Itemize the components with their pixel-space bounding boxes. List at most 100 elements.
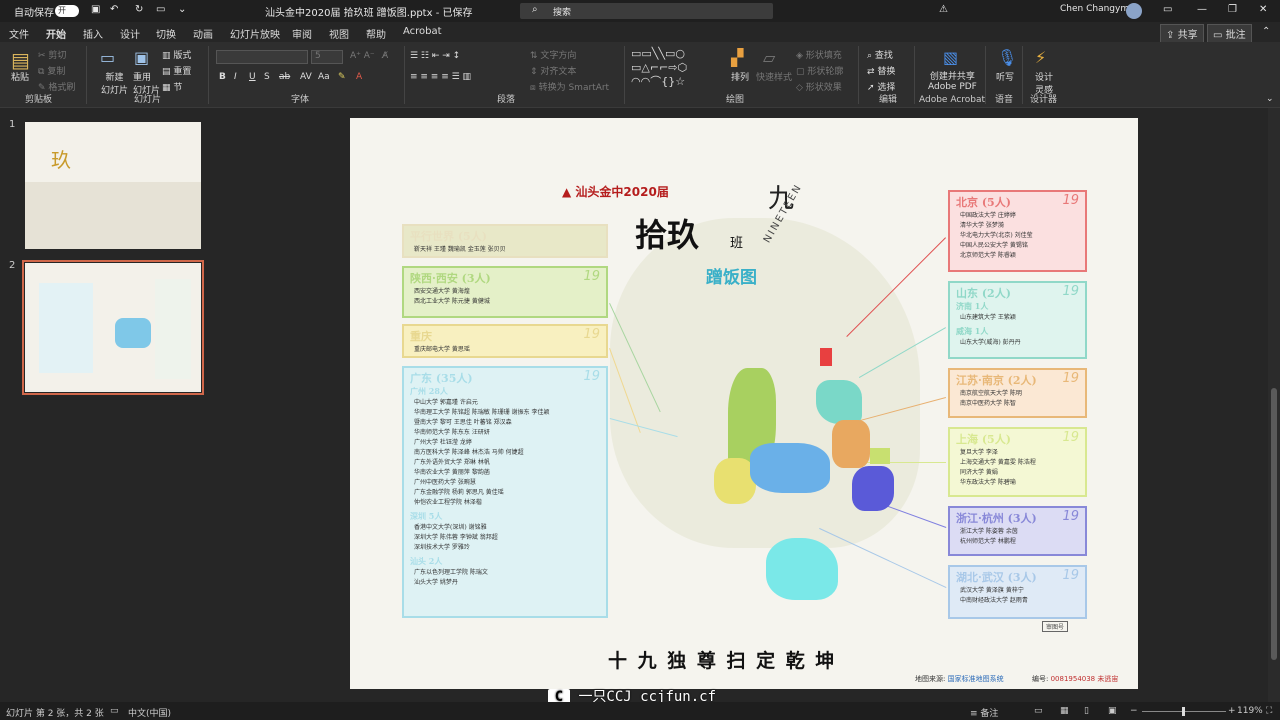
fit-window-icon[interactable]: ⛶ [1266, 706, 1272, 716]
copy-button[interactable]: ⧉ 复制 [38, 64, 65, 77]
align-text-button[interactable]: ⇕ 对齐文本 [530, 64, 576, 77]
slideshow-view-icon[interactable]: ▣ [1108, 706, 1117, 716]
smartart-button[interactable]: ⧈ 转换为 SmartArt [530, 80, 609, 93]
minimize-icon[interactable]: — [1197, 4, 1207, 15]
tab-slideshow[interactable]: 幻灯片放映 [230, 26, 280, 41]
paste-icon[interactable]: ▤ [11, 48, 30, 72]
bullets-button[interactable]: ☰ ☷ ⇤ ⇥ ↕ [410, 51, 460, 61]
save-icon[interactable]: ▣ [91, 4, 100, 15]
autosave-toggle[interactable]: 开 [55, 5, 79, 17]
arrange-icon[interactable]: ▞ [731, 48, 743, 67]
zoom-slider-thumb[interactable] [1182, 707, 1185, 716]
comment-button[interactable]: ▭ 批注 [1207, 24, 1252, 43]
left-region-box: 平行世界 (5人) 靳天祥 王瑾 魏瑜凯 金玉莲 张贝贝 [402, 224, 608, 258]
highlight-button[interactable]: ✎ [338, 72, 346, 82]
warning-icon[interactable]: ⚠ [939, 4, 948, 15]
tab-acrobat[interactable]: Acrobat [403, 26, 442, 37]
section-button[interactable]: ▦ 节 [162, 80, 182, 93]
language[interactable]: 中文(中国) [128, 706, 171, 719]
italic-button[interactable]: I [234, 72, 237, 82]
undo-icon[interactable]: ↶ [110, 4, 118, 15]
reading-view-icon[interactable]: ▯ [1084, 706, 1089, 716]
accessibility-icon[interactable]: ▭ [110, 706, 119, 716]
search-icon: ⌕ [532, 4, 538, 15]
spacing-button[interactable]: AV [300, 72, 312, 82]
tab-transitions[interactable]: 切换 [156, 26, 176, 41]
font-grow-icon[interactable]: A⁺ A⁻ [350, 51, 375, 61]
slide-thumbnail-2[interactable] [22, 260, 204, 395]
designer-icon[interactable]: ⚡ [1035, 48, 1046, 67]
qat-more-icon[interactable]: ⌄ [178, 4, 186, 15]
align-buttons[interactable]: ≡ ≡ ≡ ≡ ☰ ▥ [410, 72, 471, 82]
left-region-box: 重庆 19 重庆邮电大学 黄思瑶 [402, 324, 608, 358]
find-button[interactable]: ⌕ 查找 [867, 48, 893, 61]
shape-outline-button[interactable]: ▢ 形状轮廓 [796, 64, 843, 77]
avatar[interactable] [1126, 3, 1142, 19]
paste-button[interactable]: 粘贴 [11, 70, 29, 83]
bold-button[interactable]: B [219, 72, 226, 82]
reset-button[interactable]: ▤ 重置 [162, 64, 191, 77]
pdf-icon[interactable]: ▧ [943, 48, 958, 67]
slide-thumbnail-1[interactable]: 玖 [25, 122, 201, 249]
zoom-out-button[interactable]: − [1130, 706, 1138, 716]
tab-animations[interactable]: 动画 [193, 26, 213, 41]
replace-button[interactable]: ⇄ 替换 [867, 64, 895, 77]
tab-help[interactable]: 帮助 [366, 26, 386, 41]
zoom-slider[interactable] [1142, 707, 1226, 716]
tab-review[interactable]: 审阅 [292, 26, 312, 41]
scrollbar-thumb[interactable] [1271, 388, 1277, 660]
case-button[interactable]: Aa [318, 72, 330, 82]
new-slide-icon[interactable]: ▭ [100, 48, 115, 67]
arrange-button[interactable]: 排列 [731, 70, 749, 83]
font-size-select[interactable]: 5 [311, 50, 343, 64]
vertical-scrollbar[interactable] [1268, 108, 1280, 702]
cut-button[interactable]: ✂ 剪切 [38, 48, 66, 61]
font-family-select[interactable] [216, 50, 308, 64]
notes-button[interactable]: ≡ 备注 [970, 706, 998, 719]
class-title: 拾玖 [635, 216, 700, 254]
clear-format-icon[interactable]: A̸ [382, 51, 388, 61]
sorter-view-icon[interactable]: ▦ [1060, 706, 1069, 716]
restore-icon[interactable]: ❐ [1228, 4, 1237, 15]
redo-icon[interactable]: ↻ [135, 4, 143, 15]
underline-button[interactable]: U [249, 72, 256, 82]
shadow-button[interactable]: S [264, 72, 270, 82]
tab-file[interactable]: 文件 [9, 26, 29, 41]
font-color-button[interactable]: A [356, 72, 362, 82]
quick-styles-icon[interactable]: ▱ [763, 48, 775, 67]
create-pdf-button[interactable]: 创建并共享 Adobe PDF [928, 69, 977, 92]
tab-design[interactable]: 设计 [120, 26, 140, 41]
university-entry: 中山大学 郭嘉瑾 许启元 [414, 399, 478, 406]
present-icon[interactable]: ▭ [156, 4, 165, 15]
ribbon-display-icon[interactable]: ▭ [1163, 4, 1172, 15]
shape-effect-button[interactable]: ◇ 形状效果 [796, 80, 842, 93]
reuse-slides-icon[interactable]: ▣ [134, 48, 149, 67]
region-title: 江苏·南京 (2人) [956, 374, 1037, 387]
tab-view[interactable]: 视图 [329, 26, 349, 41]
layout-button[interactable]: ▥ 版式 [162, 48, 191, 61]
ribbon-collapse-chevron-icon[interactable]: ⌄ [1266, 94, 1274, 104]
new-slide-button[interactable]: 新建 幻灯片 [101, 70, 128, 96]
dictate-button[interactable]: 听写 [996, 70, 1014, 83]
close-icon[interactable]: ✕ [1259, 4, 1267, 15]
slide-canvas[interactable]: ▲ 汕头金中2020届 拾玖 班 九 NINETEEN 蹭饭图 平行世界 (5人… [350, 118, 1138, 689]
share-button[interactable]: ⇪ 共享 [1160, 24, 1204, 43]
normal-view-icon[interactable]: ▭ [1034, 706, 1043, 716]
search-box[interactable]: ⌕ 搜索 [520, 3, 773, 19]
comment-icon: ▭ [1213, 30, 1223, 41]
shape-fill-button[interactable]: ◈ 形状填充 [796, 48, 842, 61]
quick-styles-button[interactable]: 快速样式 [756, 70, 792, 83]
tab-insert[interactable]: 插入 [83, 26, 103, 41]
region-title: 广东 (35人) [410, 372, 473, 385]
microphone-icon[interactable]: 🎙 [997, 48, 1017, 67]
university-entry: 广东金融学院 杨莉 郭思凡 黄佳瑶 [414, 489, 504, 496]
ribbon-collapse-icon[interactable]: ⌃ [1262, 26, 1270, 37]
text-direction-button[interactable]: ⇅ 文字方向 [530, 48, 576, 61]
create-pdf-label-b: Adobe PDF [928, 82, 977, 92]
strikethrough-button[interactable]: ab [279, 72, 290, 82]
connector-line [819, 527, 947, 588]
right-region-box: 湖北·武汉 (3人) 19 武汉大学 黄泽旗 黄梓宁 中南财经政法大学 赵雨青 [948, 565, 1087, 619]
shapes-gallery[interactable]: ▭▭╲╲▭○ ▭△⌐⌐⇨⬡ ◠◠⌒{}☆ [631, 47, 721, 91]
zoom-level[interactable]: 119% [1237, 706, 1263, 716]
zoom-in-button[interactable]: + [1228, 706, 1236, 716]
